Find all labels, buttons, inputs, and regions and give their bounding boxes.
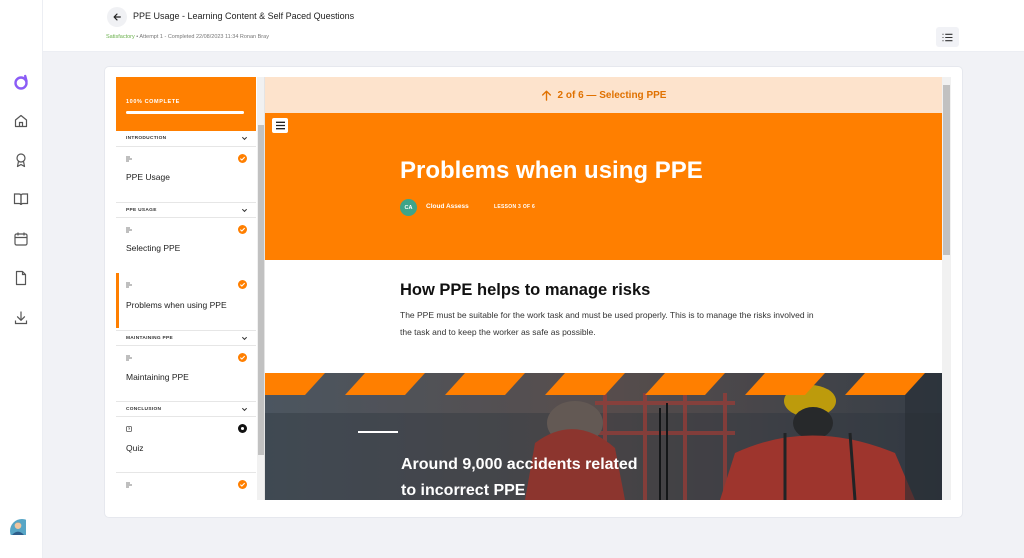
viewer-scrollbar[interactable] — [942, 77, 951, 500]
lesson-counter: LESSON 3 OF 6 — [494, 204, 536, 210]
chevron-down-icon — [241, 407, 248, 412]
lesson-menu-button[interactable] — [272, 118, 288, 133]
lesson-name: Maintaining PPE — [126, 372, 189, 382]
check-circle-icon — [238, 280, 247, 289]
check-circle-icon — [238, 225, 247, 234]
lesson-sidebar: 100% COMPLETE INTRODUCTION PPE Usage PPE… — [116, 77, 265, 500]
calendar-icon[interactable] — [13, 231, 29, 247]
lesson-name: Problems when using PPE — [126, 300, 227, 310]
lesson-title: Problems when using PPE — [400, 157, 703, 184]
statistic-caption: Around 9,000 accidents related to incorr… — [401, 456, 638, 499]
text-lesson-icon — [126, 282, 132, 288]
previous-lesson-link[interactable]: 2 of 6 — Selecting PPE — [265, 77, 942, 113]
home-icon[interactable] — [13, 113, 29, 129]
current-lesson-icon — [238, 424, 247, 433]
check-circle-icon — [238, 154, 247, 163]
progress-panel: 100% COMPLETE — [116, 77, 256, 131]
workers-photo-banner: Around 9,000 accidents related to incorr… — [265, 373, 942, 500]
section-header-ppe-usage[interactable]: PPE USAGE — [116, 202, 256, 218]
attempt-meta: • Attempt 1 - Completed 22/08/2023 11:34… — [134, 34, 269, 40]
progress-fill — [126, 111, 244, 114]
lesson-item-selecting-ppe[interactable]: Selecting PPE — [116, 218, 256, 273]
user-avatar[interactable] — [10, 519, 34, 543]
file-icon[interactable] — [13, 270, 29, 286]
lesson-name: Quiz — [126, 443, 144, 453]
text-lesson-icon — [126, 355, 132, 361]
chevron-down-icon — [241, 336, 248, 341]
text-lesson-icon — [126, 482, 132, 488]
section-header-maintaining-ppe[interactable]: MAINTAINING PPE — [116, 330, 256, 346]
lesson-item-ppe-usage[interactable]: PPE Usage — [116, 147, 256, 202]
back-button[interactable] — [107, 7, 127, 27]
arrow-up-icon — [541, 90, 551, 101]
book-icon[interactable] — [13, 191, 29, 207]
scrollbar-thumb[interactable] — [258, 125, 264, 455]
app-nav-rail — [0, 0, 43, 558]
chevron-down-icon — [241, 136, 248, 141]
section-title: MAINTAINING PPE — [126, 336, 174, 341]
lesson-name: Selecting PPE — [126, 243, 181, 253]
lesson-item-maintaining-ppe[interactable]: Maintaining PPE — [116, 346, 256, 401]
status-badge: Satisfactory — [106, 34, 135, 40]
sidebar-scrollbar[interactable] — [257, 77, 264, 500]
section-paragraph: The PPE must be suitable for the work ta… — [400, 310, 814, 337]
section-header-conclusion[interactable]: CONCLUSION — [116, 401, 256, 417]
award-icon[interactable] — [13, 152, 29, 168]
author-name: Cloud Assess — [426, 203, 469, 210]
check-circle-icon — [238, 480, 247, 489]
lesson-viewer: 2 of 6 — Selecting PPE Problems when usi… — [265, 77, 951, 500]
progress-label: 100% COMPLETE — [126, 99, 180, 105]
hamburger-icon — [275, 121, 285, 130]
outline-menu-button[interactable] — [936, 27, 959, 47]
progress-bar — [126, 111, 244, 114]
author-avatar: CA — [400, 199, 417, 216]
check-circle-icon — [238, 353, 247, 362]
text-lesson-icon — [126, 227, 132, 233]
text-lesson-icon — [126, 156, 132, 162]
decorative-rule — [358, 431, 398, 433]
chevron-down-icon — [241, 208, 248, 213]
section-header-introduction[interactable]: INTRODUCTION — [116, 131, 256, 147]
lesson-item-next[interactable] — [116, 472, 256, 500]
lesson-hero: Problems when using PPE CA Cloud Assess … — [265, 113, 942, 260]
section-title: CONCLUSION — [126, 407, 162, 412]
section-title: PPE USAGE — [126, 208, 157, 213]
section-heading: How PPE helps to manage risks — [400, 281, 651, 299]
quiz-icon — [126, 426, 132, 432]
section-title: INTRODUCTION — [126, 136, 167, 141]
page-title: PPE Usage - Learning Content & Self Pace… — [133, 11, 355, 21]
list-icon — [942, 33, 953, 41]
page-header: PPE Usage - Learning Content & Self Pace… — [43, 0, 1024, 52]
attempt-status: Satisfactory • Attempt 1 - Completed 22/… — [106, 34, 269, 40]
previous-lesson-label: 2 of 6 — Selecting PPE — [557, 89, 667, 101]
arrow-left-icon — [113, 13, 121, 21]
lesson-name: PPE Usage — [126, 172, 170, 182]
logo-icon[interactable] — [13, 74, 29, 90]
scrollbar-thumb[interactable] — [943, 85, 950, 255]
lesson-item-problems-when-using-ppe[interactable]: Problems when using PPE — [116, 273, 256, 328]
lesson-item-quiz[interactable]: Quiz — [116, 417, 256, 472]
download-icon[interactable] — [13, 310, 29, 326]
